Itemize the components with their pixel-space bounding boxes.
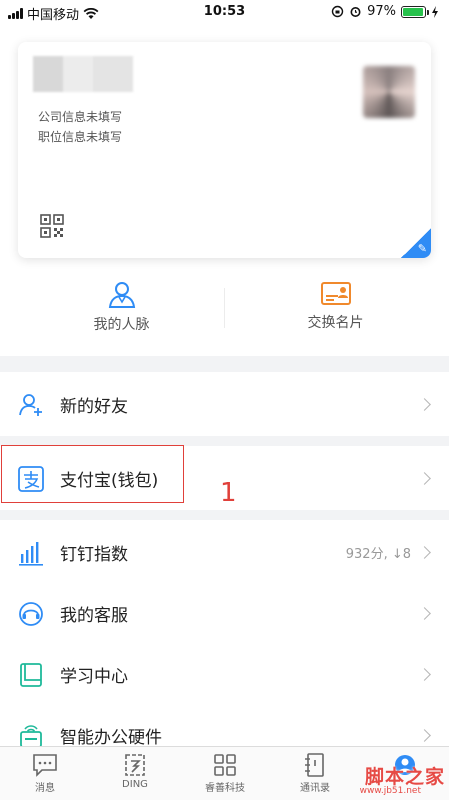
book-icon [20, 663, 42, 687]
tab-messages-label: 消息 [35, 783, 55, 794]
list-item-customer-service[interactable]: 我的客服 [0, 581, 449, 645]
qr-code-icon[interactable] [40, 214, 64, 238]
chevron-right-icon [418, 471, 431, 485]
learning-center-label: 学习中心 [60, 666, 128, 687]
message-icon [33, 754, 57, 777]
watermark-url: www.jb51.net [359, 786, 421, 796]
customer-service-label: 我的客服 [60, 605, 128, 626]
avatar[interactable] [363, 66, 415, 118]
chevron-right-icon [418, 397, 431, 411]
profile-section: 公司信息未填写 职位信息未填写 ✎ 我的人脉 交换名片 [0, 26, 449, 356]
my-connections-label: 我的人脉 [93, 317, 150, 333]
exchange-card-label: 交换名片 [307, 315, 364, 331]
dingtalk-index-label: 钉钉指数 [60, 544, 128, 565]
ding-icon [125, 754, 145, 776]
status-bar: 中国移动 10:53 97% [0, 0, 449, 26]
battery-percent: 97% [367, 4, 396, 19]
annotation-number: 1 [220, 478, 237, 508]
headset-icon [19, 602, 43, 626]
contacts-person-icon [108, 282, 135, 308]
lock-rotation-icon [331, 5, 344, 18]
smart-hardware-label: 智能办公硬件 [60, 727, 162, 748]
tab-ding-label: DING [122, 779, 148, 790]
position-info: 职位信息未填写 [38, 130, 123, 144]
edit-card-button[interactable]: ✎ [401, 228, 431, 258]
business-card-icon [320, 282, 351, 305]
tab-ding[interactable]: DING [90, 753, 180, 790]
new-friends-label: 新的好友 [60, 396, 128, 417]
dingtalk-index-score: 932分, ↓8 [345, 546, 411, 562]
list-item-learning-center[interactable]: 学习中心 [0, 642, 449, 706]
my-connections-button[interactable]: 我的人脉 [18, 280, 225, 334]
add-friend-icon [19, 394, 42, 416]
alarm-icon [350, 7, 361, 17]
address-book-icon [305, 753, 324, 777]
chevron-right-icon [418, 545, 431, 559]
chevron-right-icon [418, 667, 431, 681]
business-card[interactable]: 公司信息未填写 职位信息未填写 ✎ [18, 42, 431, 258]
annotation-highlight-box [1, 445, 184, 503]
workbench-grid-icon [214, 754, 236, 776]
tab-contacts-label: 通讯录 [300, 783, 330, 794]
bar-chart-icon [19, 542, 43, 566]
tab-messages[interactable]: 消息 [0, 753, 90, 794]
tab-workbench[interactable]: 睿善科技 [180, 753, 270, 794]
company-info: 公司信息未填写 [38, 110, 123, 124]
pencil-icon: ✎ [417, 242, 427, 255]
tab-contacts[interactable]: 通讯录 [270, 753, 360, 794]
list-item-new-friends[interactable]: 新的好友 [0, 372, 449, 436]
divider [224, 288, 225, 328]
chevron-right-icon [418, 728, 431, 742]
charging-icon [432, 5, 438, 18]
tab-workbench-label: 睿善科技 [205, 783, 245, 794]
exchange-card-button[interactable]: 交换名片 [232, 280, 439, 332]
watermark-logo: 脚本之家 [364, 766, 445, 788]
battery-icon [401, 5, 429, 18]
name-blurred [33, 56, 133, 92]
chevron-right-icon [418, 606, 431, 620]
list-item-dingtalk-index[interactable]: 钉钉指数 932分, ↓8 [0, 520, 449, 584]
